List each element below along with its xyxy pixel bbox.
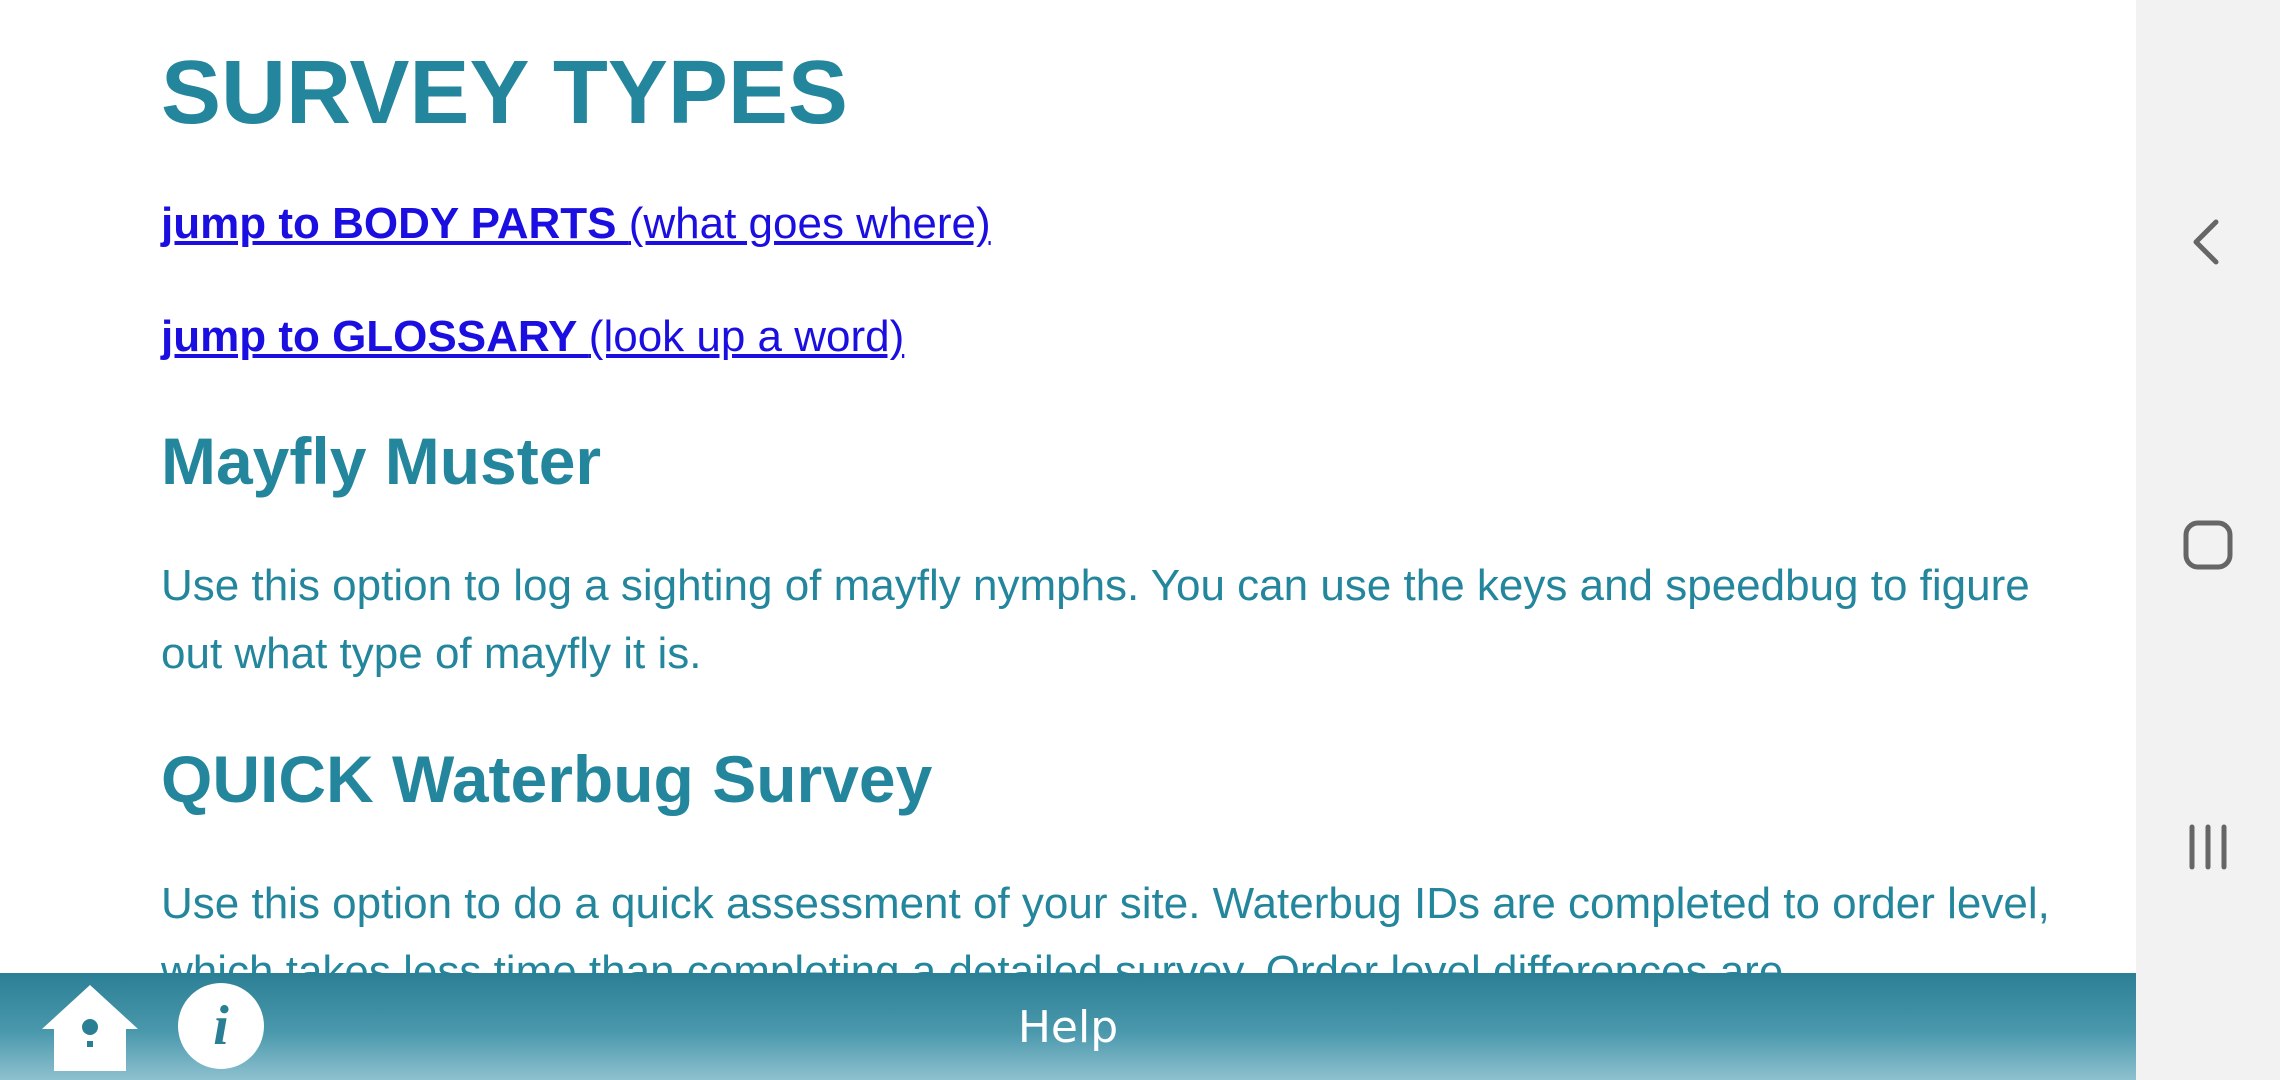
nav-back-button[interactable] xyxy=(2156,190,2260,294)
app-screen: SURVEY TYPES jump to BODY PARTS (what go… xyxy=(0,0,2280,1080)
info-icon: i xyxy=(213,995,229,1057)
section-text-mayfly-muster: Use this option to log a sighting of may… xyxy=(161,561,2030,678)
jump-glossary-bold: jump to GLOSSARY xyxy=(161,312,589,361)
back-chevron-icon xyxy=(2193,219,2219,265)
home-square-icon xyxy=(2183,520,2233,570)
jump-glossary-hint: (look up a word) xyxy=(588,312,905,361)
nav-home-button[interactable] xyxy=(2156,493,2260,597)
jump-body-parts-hint: (what goes where) xyxy=(628,199,991,248)
jump-body-parts-bold: jump to BODY PARTS xyxy=(161,199,629,248)
jump-body-parts-link[interactable]: jump to BODY PARTS (what goes where) xyxy=(161,196,991,252)
jump-glossary-link[interactable]: jump to GLOSSARY (look up a word) xyxy=(161,309,904,365)
bottom-toolbar: i Help xyxy=(0,973,2136,1080)
home-button[interactable] xyxy=(40,983,140,1075)
nav-recents-button[interactable] xyxy=(2156,795,2260,899)
info-button[interactable]: i xyxy=(178,983,264,1069)
system-nav-bar xyxy=(2136,0,2280,1080)
page-title: SURVEY TYPES xyxy=(161,43,848,143)
section-text-quick-survey: Use this option to do a quick assessment… xyxy=(161,879,2050,973)
recents-lines-icon xyxy=(2189,824,2227,870)
help-content-scroll[interactable]: SURVEY TYPES jump to BODY PARTS (what go… xyxy=(0,0,2136,973)
toolbar-title: Help xyxy=(1017,1002,1119,1053)
section-heading-quick-survey: QUICK Waterbug Survey xyxy=(161,742,933,816)
home-birdhouse-icon xyxy=(42,985,138,1071)
section-heading-mayfly-muster: Mayfly Muster xyxy=(161,424,602,498)
